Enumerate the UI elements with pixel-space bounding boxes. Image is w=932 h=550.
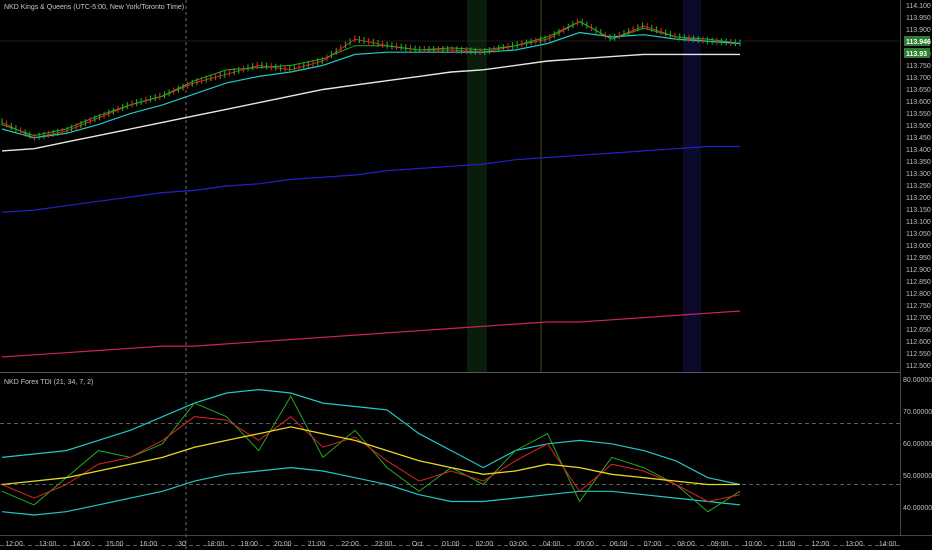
time-axis-tick-label: 20:00 (274, 541, 292, 548)
price-magenta-ma-line (1, 310, 741, 358)
price-axis-tick-label: 113.250 (906, 183, 931, 190)
tdi-signal-line (1, 416, 741, 503)
chart-svg: 114.100113.950113.900113.850113.800113.7… (0, 0, 932, 550)
tdi-axis-tick-label: 70.000000 (903, 409, 932, 416)
price-axis-tick-label: 112.750 (906, 303, 931, 310)
price-axis-tick-label: 113.650 (906, 87, 931, 94)
price-green-ma-line (1, 20, 741, 137)
close-price-badge-label: 113.93 (906, 51, 927, 58)
price-axis-tick-label: 113.700 (906, 75, 931, 82)
time-axis-tick-label: 02:00 (476, 541, 494, 548)
time-axis-tick-label: 23:00 (375, 541, 393, 548)
price-axis-tick-label: 113.600 (906, 99, 931, 106)
price-axis-tick-label: 113.100 (906, 219, 931, 226)
time-axis-tick-label: 16:00 (140, 541, 158, 548)
price-axis-tick-label: 112.950 (906, 255, 931, 262)
price-axis-tick-label: 113.550 (906, 111, 931, 118)
price-axis-tick-label: 113.150 (906, 207, 931, 214)
price-axis-tick-label: 112.700 (906, 315, 931, 322)
time-axis-tick-label: 21:00 (308, 541, 326, 548)
time-axis-tick-label: 12:00 (5, 541, 23, 548)
price-axis-tick-label: 113.500 (906, 123, 931, 130)
price-axis-tick-label: 113.300 (906, 171, 931, 178)
tdi-panel (0, 388, 900, 546)
price-axis-tick-label: 112.900 (906, 267, 931, 274)
price-white-ma-line (1, 53, 740, 152)
time-axis-tick-label: 01:00 (442, 541, 460, 548)
price-panel-title: NKD Kings & Queens (UTC-5:00, New York/T… (4, 4, 184, 11)
time-axis-tick-label: 13:00 (845, 541, 863, 548)
price-axis-tick-label: 113.050 (906, 231, 931, 238)
price-panel (1, 18, 741, 358)
time-axis-tick-label: 14:00 (879, 541, 897, 548)
tdi-axis-tick-label: 50.000000 (903, 473, 932, 480)
time-axis-tick-label: Oct (412, 541, 423, 548)
price-cyan-ma-line (1, 31, 741, 139)
price-axis-tick-label: 113.350 (906, 159, 931, 166)
price-axis-tick-label: 113.000 (906, 243, 931, 250)
time-axis-tick-label: 08:00 (677, 541, 695, 548)
tdi-lower-band-line (1, 466, 741, 516)
session-band-blue (683, 0, 701, 372)
price-axis-tick-label: 112.550 (906, 351, 931, 358)
time-axis-tick-label: 09:00 (711, 541, 729, 548)
time-axis-tick-label: 12:00 (812, 541, 830, 548)
price-blue-ma-line (1, 145, 740, 213)
time-axis-tick-label: 30 (178, 541, 186, 548)
tdi-panel-title: NKD Forex TDI (21, 34, 7, 2) (4, 379, 93, 386)
time-axis-tick-label: 14:00 (72, 541, 90, 548)
price-axis-tick-label: 112.500 (906, 363, 931, 370)
tdi-axis-tick-label: 60.000000 (903, 441, 932, 448)
chart-stage: 114.100113.950113.900113.850113.800113.7… (0, 0, 932, 550)
time-axis-tick-label: 11:00 (778, 541, 795, 548)
price-axis-tick-label: 113.950 (906, 15, 931, 22)
time-axis-tick-label: 13:00 (39, 541, 57, 548)
time-axis-tick-label: 19:00 (240, 541, 258, 548)
time-axis-tick-label: 18:00 (207, 541, 225, 548)
time-axis-tick-label: 07:00 (644, 541, 662, 548)
price-red-ma-line (1, 20, 741, 139)
price-axis-tick-label: 113.400 (906, 147, 931, 154)
session-band-green (467, 0, 487, 372)
tdi-axis-tick-label: 40.000000 (903, 505, 932, 512)
price-axis-tick-label: 114.100 (906, 3, 931, 10)
price-axis-tick-label: 112.800 (906, 291, 931, 298)
time-axis-tick-label: 05:00 (576, 541, 594, 548)
price-axis-tick-label: 112.850 (906, 279, 931, 286)
price-axis-tick-label: 113.750 (906, 63, 931, 70)
price-axis-tick-label: 113.900 (906, 27, 931, 34)
last-price-badge-label: 113.946 (906, 39, 931, 46)
price-axis-tick-label: 112.600 (906, 339, 931, 346)
time-axis-tick-label: 22:00 (341, 541, 359, 548)
tdi-axis-tick-label: 80.000000 (903, 377, 932, 384)
price-axis-tick-label: 113.200 (906, 195, 931, 202)
time-axis-tick-label: 15:00 (106, 541, 124, 548)
price-axis-tick-label: 113.450 (906, 135, 931, 142)
time-axis-tick-label: 06:00 (610, 541, 628, 548)
tdi-upper-band-line (1, 388, 741, 486)
time-axis-tick-label: 10:00 (744, 541, 762, 548)
tdi-price-line (1, 395, 741, 513)
price-axis-tick-label: 112.650 (906, 327, 931, 334)
time-axis-tick-label: 04:00 (543, 541, 561, 548)
time-axis-tick-label: 03:00 (509, 541, 527, 548)
